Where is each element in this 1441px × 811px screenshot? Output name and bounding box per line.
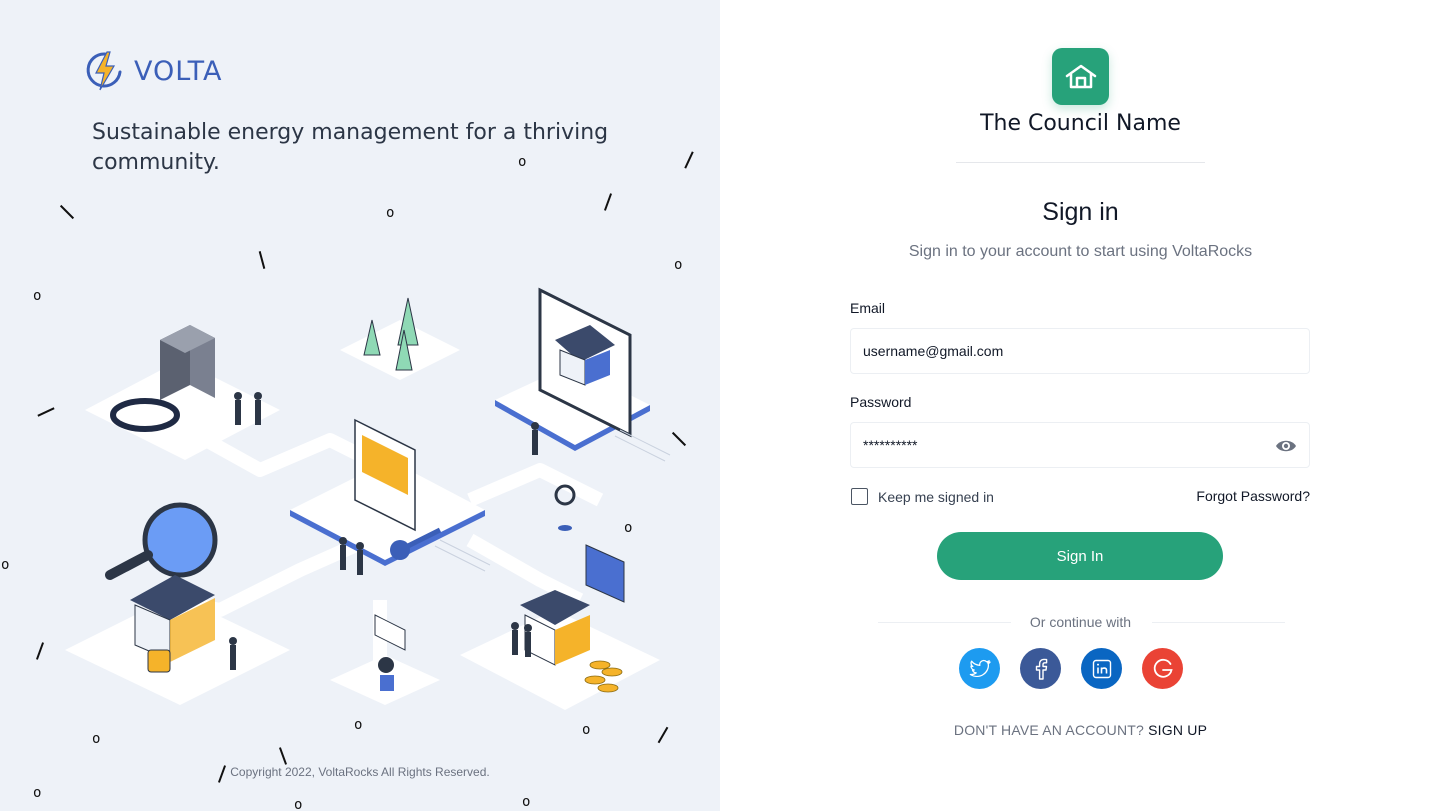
deco-ring: o bbox=[518, 154, 527, 170]
signin-button[interactable]: Sign In bbox=[937, 532, 1223, 580]
no-account-text: DON'T HAVE AN ACCOUNT? bbox=[953, 722, 1145, 738]
email-input[interactable] bbox=[863, 343, 1297, 359]
lightning-logo-icon bbox=[86, 51, 122, 91]
deco-dash bbox=[684, 151, 694, 169]
isometric-city-illustration bbox=[65, 287, 671, 710]
deco-ring: o bbox=[33, 785, 42, 801]
eye-icon[interactable] bbox=[1275, 436, 1297, 456]
deco-ring: o bbox=[386, 205, 395, 221]
forgot-password-link[interactable]: Forgot Password? bbox=[1196, 488, 1310, 504]
email-field[interactable] bbox=[850, 328, 1310, 374]
signup-prompt: DON'T HAVE AN ACCOUNT? SIGN UP bbox=[720, 722, 1441, 738]
facebook-login-button[interactable] bbox=[1020, 648, 1061, 689]
password-field[interactable] bbox=[850, 422, 1310, 468]
social-login-group bbox=[959, 648, 1183, 689]
or-continue-text: Or continue with bbox=[1029, 614, 1132, 630]
deco-ring: o bbox=[522, 794, 531, 810]
council-name: The Council Name bbox=[980, 111, 1181, 136]
facebook-icon bbox=[1035, 658, 1047, 680]
linkedin-login-button[interactable] bbox=[1081, 648, 1122, 689]
email-label: Email bbox=[850, 300, 886, 316]
deco-dash bbox=[59, 204, 75, 220]
remember-me[interactable]: Keep me signed in bbox=[851, 488, 994, 505]
tagline: Sustainable energy management for a thri… bbox=[92, 120, 609, 175]
brand-name: VOLTA bbox=[134, 55, 223, 87]
deco-ring: o bbox=[294, 797, 303, 811]
password-label: Password bbox=[850, 394, 912, 410]
remember-label: Keep me signed in bbox=[878, 488, 994, 505]
signin-subtitle: Sign in to your account to start using V… bbox=[908, 243, 1253, 260]
copyright-text: Copyright 2022, VoltaRocks All Rights Re… bbox=[230, 765, 490, 779]
signin-title: Sign in bbox=[1042, 198, 1119, 226]
google-icon bbox=[1153, 658, 1173, 678]
deco-dash bbox=[258, 251, 266, 269]
council-logo bbox=[1052, 48, 1109, 105]
linkedin-icon bbox=[1092, 659, 1111, 678]
password-input[interactable] bbox=[863, 437, 1297, 453]
signin-panel: The Council Name Sign in Sign in to your… bbox=[720, 0, 1441, 811]
home-icon bbox=[1065, 64, 1096, 88]
twitter-login-button[interactable] bbox=[959, 648, 1000, 689]
deco-dash bbox=[603, 193, 613, 211]
signup-link[interactable]: SIGN UP bbox=[1148, 722, 1207, 738]
brand-logo[interactable]: VOLTA bbox=[86, 50, 222, 92]
left-panel: VOLTA Sustainable energy management for … bbox=[0, 0, 720, 811]
remember-checkbox[interactable] bbox=[851, 488, 868, 505]
google-login-button[interactable] bbox=[1142, 648, 1183, 689]
twitter-icon bbox=[969, 659, 991, 677]
divider bbox=[956, 162, 1205, 163]
